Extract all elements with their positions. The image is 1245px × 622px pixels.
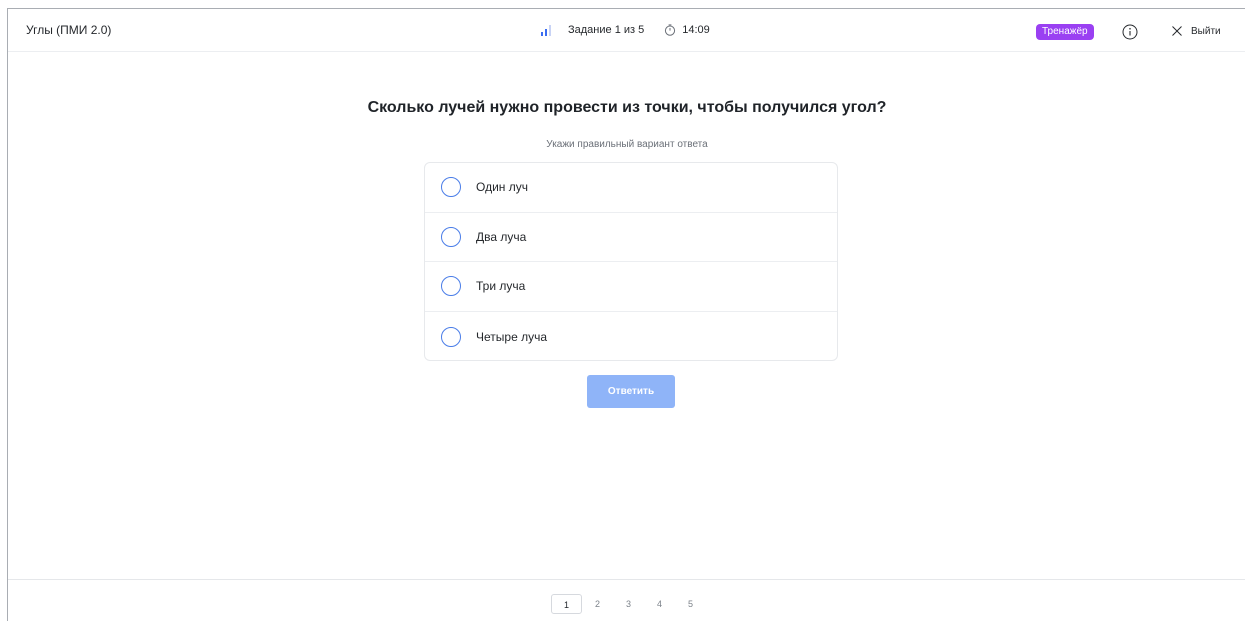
answer-options: Один луч Два луча Три луча Четыре луча bbox=[424, 162, 838, 361]
top-bar: Углы (ПМИ 2.0) Задание 1 из 5 14:09 Трен… bbox=[8, 9, 1245, 52]
page-button-4[interactable]: 4 bbox=[644, 594, 675, 614]
page-button-2[interactable]: 2 bbox=[582, 594, 613, 614]
answer-option-label: Один луч bbox=[476, 180, 528, 195]
stopwatch-icon bbox=[665, 24, 676, 36]
page-button-5[interactable]: 5 bbox=[675, 594, 706, 614]
radio-button[interactable] bbox=[441, 177, 461, 198]
radio-button[interactable] bbox=[441, 276, 461, 297]
answer-option-label: Два луча bbox=[476, 229, 527, 244]
submit-answer-button[interactable]: Ответить bbox=[587, 375, 675, 408]
page-button-1[interactable]: 1 bbox=[551, 594, 582, 614]
question-text: Сколько лучей нужно провести из точки, ч… bbox=[367, 99, 887, 116]
exit-label: Выйти bbox=[1191, 25, 1221, 37]
task-progress: Задание 1 из 5 bbox=[568, 24, 645, 36]
task-status: Задание 1 из 5 14:09 bbox=[541, 23, 710, 37]
mode-badge: Тренажёр bbox=[1036, 24, 1094, 40]
app-window: Углы (ПМИ 2.0) Задание 1 из 5 14:09 Трен… bbox=[7, 8, 1245, 621]
answer-option[interactable]: Три луча bbox=[425, 262, 837, 312]
radio-button[interactable] bbox=[441, 226, 461, 247]
answer-option-label: Три луча bbox=[476, 279, 526, 294]
app-title: Углы (ПМИ 2.0) bbox=[26, 23, 112, 37]
answer-option[interactable]: Четыре луча bbox=[425, 312, 837, 360]
timer: 14:09 bbox=[682, 24, 710, 36]
answer-option[interactable]: Один луч bbox=[425, 163, 837, 213]
pagination: 1 2 3 4 5 bbox=[551, 594, 706, 614]
radio-button[interactable] bbox=[441, 326, 461, 347]
answer-option-label: Четыре луча bbox=[476, 329, 548, 344]
answer-option[interactable]: Два луча bbox=[425, 213, 837, 263]
page-button-3[interactable]: 3 bbox=[613, 594, 644, 614]
question-hint: Укажи правильный вариант ответа bbox=[546, 139, 708, 150]
close-icon bbox=[1172, 26, 1182, 36]
footer-pagination-bar: 1 2 3 4 5 bbox=[8, 579, 1245, 622]
info-icon[interactable] bbox=[1122, 24, 1138, 40]
bars-icon bbox=[541, 24, 555, 36]
exit-button[interactable]: Выйти bbox=[1172, 24, 1221, 38]
